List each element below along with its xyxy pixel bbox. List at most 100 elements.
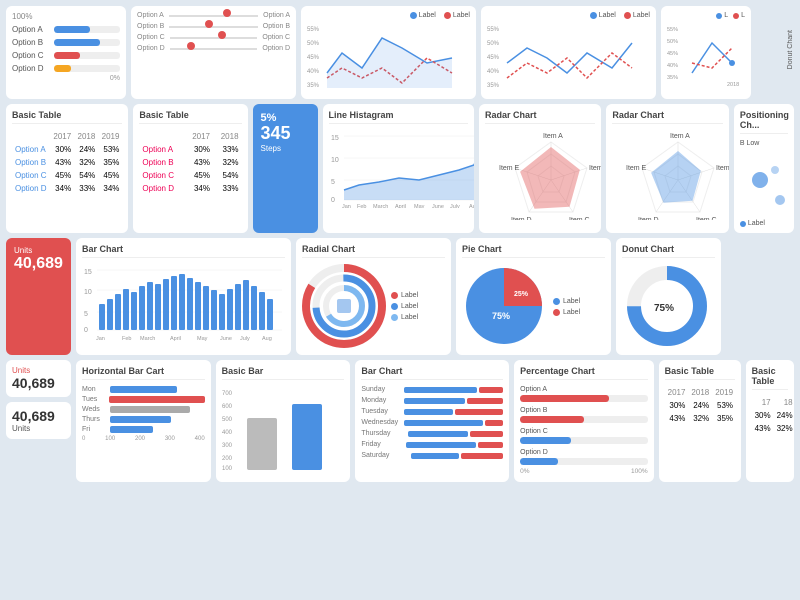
svg-text:40%: 40% xyxy=(667,63,678,69)
svg-text:25%: 25% xyxy=(514,291,529,298)
svg-text:Feb: Feb xyxy=(122,336,131,342)
svg-text:0: 0 xyxy=(84,327,88,334)
table-row: 30%24% xyxy=(752,409,794,422)
hbar-track-d xyxy=(54,65,120,72)
svg-text:300: 300 xyxy=(222,443,233,449)
hbar-option-a: Option A xyxy=(12,25,120,34)
svg-text:10: 10 xyxy=(331,157,339,164)
stat-label-1: Steps xyxy=(261,144,310,153)
bar-chart-small-card: Bar Chart 15 10 5 0 xyxy=(76,238,291,355)
basic-table-1-card: Basic Table 2017 2018 2019 Option A 30%2… xyxy=(6,104,128,233)
hbar-main-title: Horizontal Bar Cart xyxy=(82,366,205,380)
bar-chart-main-title: Bar Chart xyxy=(361,366,503,380)
basic-table-4-card: Basic Table 17 18 30%24% 43%32% xyxy=(746,360,794,482)
hbar-track-c xyxy=(54,52,120,59)
svg-text:Item C: Item C xyxy=(696,217,717,220)
svg-text:55%: 55% xyxy=(307,27,320,33)
basic-table-3-title: Basic Table xyxy=(665,366,735,380)
svg-text:5: 5 xyxy=(331,179,335,186)
radar-chart-1-svg: Item A Item B Item C Item D Item E xyxy=(485,130,601,220)
svg-text:55%: 55% xyxy=(667,27,678,33)
stat-card-4: 40,689 Units xyxy=(6,402,71,439)
table-row: Option B 43%32%35% xyxy=(12,156,122,169)
radar-chart-2-title: Radar Chart xyxy=(612,110,722,124)
svg-text:399: 399 xyxy=(248,470,259,476)
svg-text:Item B: Item B xyxy=(716,165,728,172)
svg-text:50%: 50% xyxy=(487,41,500,47)
radar-chart-1-title: Radar Chart xyxy=(485,110,595,124)
svg-text:55%: 55% xyxy=(487,27,500,33)
line-chart-card-3: L L 55% 50% 45% 40% 35% 2018 xyxy=(661,6,751,99)
bar-chart-small-title: Bar Chart xyxy=(82,244,285,258)
pie-chart-svg: 75% 25% xyxy=(462,264,547,349)
svg-text:75%: 75% xyxy=(654,303,674,314)
hbar-fill xyxy=(54,26,90,33)
radar-chart-2-card: Radar Chart Item A Item B Item C Item D xyxy=(606,104,728,233)
svg-text:200: 200 xyxy=(222,456,233,462)
bar-chart-small-svg: 15 10 5 0 xyxy=(82,264,285,342)
svg-text:Feb: Feb xyxy=(357,204,366,208)
svg-text:40%: 40% xyxy=(307,69,320,75)
line-chart-svg-1: 55% 50% 45% 40% 35% Mon Tues Weds Thurs … xyxy=(307,23,467,93)
basic-table-2-title: Basic Table xyxy=(139,110,241,124)
radial-chart-title: Radial Chart xyxy=(302,244,445,258)
stat-card-3: Units 40,689 xyxy=(6,360,71,397)
svg-text:15: 15 xyxy=(331,135,339,142)
line-histogram-card: Line Histagram 15 10 5 0 14.5 xyxy=(323,104,474,233)
basic-table-2-card: Basic Table 2017 2018 Option A 30%33% xyxy=(133,104,247,233)
svg-text:April: April xyxy=(170,336,181,342)
svg-text:May: May xyxy=(197,336,208,342)
stat-label-2: Units xyxy=(14,246,63,255)
svg-text:2018: 2018 xyxy=(727,82,739,88)
svg-text:April: April xyxy=(395,204,406,208)
table-row: Option C 45%54% xyxy=(139,169,241,182)
table-row: 43%32% xyxy=(752,422,794,435)
stat-num-1: 345 xyxy=(261,124,310,144)
table-row: Option D 34%33% xyxy=(139,182,241,195)
pie-chart-card: Pie Chart 75% 25% Label xyxy=(456,238,611,355)
svg-text:March: March xyxy=(140,336,155,342)
table-row: Option A 30%33% xyxy=(139,143,241,156)
svg-text:600: 600 xyxy=(222,404,233,410)
stat-card-2: Units 40,689 xyxy=(6,238,71,355)
svg-text:35%: 35% xyxy=(307,83,320,89)
svg-text:Item E: Item E xyxy=(626,165,647,172)
svg-text:Item E: Item E xyxy=(499,165,520,172)
line-chart-card-2: Label Label 55% 50% 45% 40% 35% Mon Tues… xyxy=(481,6,656,99)
svg-text:Item D: Item D xyxy=(638,217,659,220)
donut-chart-svg: 75% xyxy=(622,264,712,349)
hbar-track xyxy=(54,26,120,33)
svg-text:50%: 50% xyxy=(667,39,678,45)
svg-text:March: March xyxy=(373,204,388,208)
svg-text:75%: 75% xyxy=(492,311,510,321)
basic-table-3: 2017 2018 2019 30%24%53% 43%32%35% xyxy=(665,386,736,425)
svg-text:45%: 45% xyxy=(667,51,678,57)
svg-text:50%: 50% xyxy=(307,41,320,47)
svg-text:Jan: Jan xyxy=(96,336,105,342)
hbar-option-d: Option D xyxy=(12,64,120,73)
table-row: 30%24%53% xyxy=(665,399,736,412)
table-row: Option A 30%24%53% xyxy=(12,143,122,156)
basic-table-4-title: Basic Table xyxy=(752,366,788,390)
basic-table-2: 2017 2018 Option A 30%33% Option B 43%32… xyxy=(139,130,241,195)
basic-table-1: 2017 2018 2019 Option A 30%24%53% Option… xyxy=(12,130,122,195)
svg-text:5: 5 xyxy=(84,311,88,318)
basic-table-3-card: Basic Table 2017 2018 2019 30%24%53% 43%… xyxy=(659,360,741,482)
svg-text:0: 0 xyxy=(331,197,335,204)
line-chart-svg-3: 55% 50% 45% 40% 35% 2018 xyxy=(667,23,747,88)
basic-bar-svg: 700 600 500 400 300 200 100 399 399 510 … xyxy=(222,386,350,476)
hbar-option-b: Option B xyxy=(12,38,120,47)
bar-chart-main-card: Bar Chart Sunday Monday Tuesday xyxy=(355,360,509,482)
svg-text:35%: 35% xyxy=(667,75,678,81)
svg-text:40%: 40% xyxy=(487,69,500,75)
positioning-chart-svg xyxy=(740,150,794,220)
radial-chart-svg xyxy=(302,264,387,349)
slider-chart-card: Option A Option A Option B Option B Opti… xyxy=(131,6,296,99)
line-histogram-title: Line Histagram xyxy=(329,110,468,124)
hbar-axis-label: 100% xyxy=(12,12,120,21)
svg-text:Aug: Aug xyxy=(262,336,272,342)
positioning-chart-title: Positioning Ch... xyxy=(740,110,788,134)
radar-chart-1-card: Radar Chart Item A xyxy=(479,104,601,233)
svg-text:500: 500 xyxy=(222,417,233,423)
svg-text:Jan: Jan xyxy=(342,204,351,208)
